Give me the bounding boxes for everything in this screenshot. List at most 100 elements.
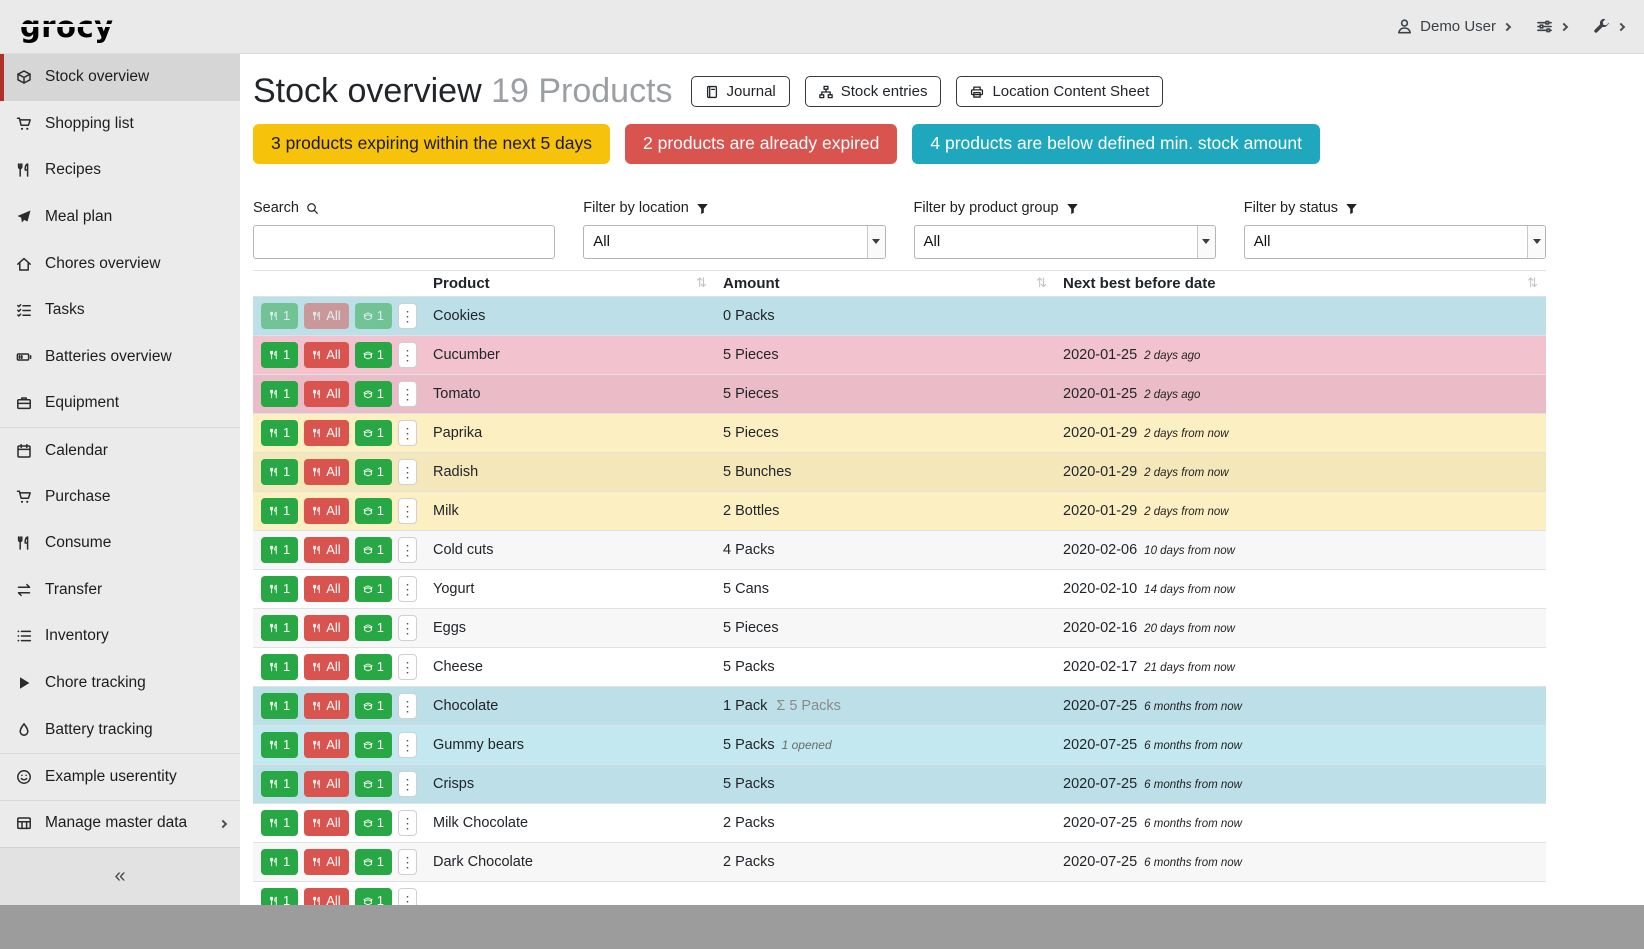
consume-one-button[interactable]: 1 bbox=[261, 459, 298, 485]
consume-all-button[interactable]: All bbox=[304, 771, 348, 797]
status-filter-select[interactable]: All bbox=[1244, 225, 1546, 259]
journal-button[interactable]: Journal bbox=[691, 76, 790, 107]
row-menu-button[interactable]: ⋮ bbox=[398, 381, 417, 407]
consume-one-button[interactable]: 1 bbox=[261, 342, 298, 368]
amount-column-header[interactable]: Amount⇅ bbox=[715, 270, 1055, 296]
open-one-button[interactable]: 1 bbox=[355, 576, 392, 602]
consume-all-button[interactable]: All bbox=[304, 654, 348, 680]
product-column-header[interactable]: Product⇅ bbox=[425, 270, 715, 296]
consume-one-button[interactable]: 1 bbox=[261, 849, 298, 875]
row-menu-button[interactable]: ⋮ bbox=[398, 303, 417, 329]
row-menu-button[interactable]: ⋮ bbox=[398, 810, 417, 836]
sidebar-collapse-button[interactable]: « bbox=[0, 847, 240, 905]
user-menu[interactable]: Demo User bbox=[1396, 18, 1510, 35]
consume-all-button[interactable]: All bbox=[304, 615, 348, 641]
open-one-button[interactable]: 1 bbox=[355, 342, 392, 368]
open-one-button[interactable]: 1 bbox=[355, 654, 392, 680]
consume-one-button[interactable]: 1 bbox=[261, 381, 298, 407]
open-one-button[interactable]: 1 bbox=[355, 420, 392, 446]
consume-one-button[interactable]: 1 bbox=[261, 732, 298, 758]
sidebar-item-tasks[interactable]: Tasks bbox=[0, 287, 240, 334]
row-menu-button[interactable]: ⋮ bbox=[398, 732, 417, 758]
row-menu-button[interactable]: ⋮ bbox=[398, 498, 417, 524]
row-menu-button[interactable]: ⋮ bbox=[398, 849, 417, 875]
stock-entries-button[interactable]: Stock entries bbox=[805, 76, 942, 107]
settings-menu[interactable] bbox=[1536, 18, 1567, 35]
app-logo[interactable]: grocy bbox=[20, 10, 114, 44]
sidebar-item-chores-overview[interactable]: Chores overview bbox=[0, 240, 240, 287]
consume-one-button[interactable]: 1 bbox=[261, 537, 298, 563]
sidebar-item-calendar[interactable]: Calendar bbox=[0, 427, 240, 474]
consume-one-button[interactable]: 1 bbox=[261, 303, 298, 329]
consume-one-button[interactable]: 1 bbox=[261, 615, 298, 641]
consume-all-button[interactable]: All bbox=[304, 576, 348, 602]
row-menu-button[interactable]: ⋮ bbox=[398, 420, 417, 446]
consume-one-button[interactable]: 1 bbox=[261, 576, 298, 602]
consume-all-button[interactable]: All bbox=[304, 381, 348, 407]
open-one-button[interactable]: 1 bbox=[355, 459, 392, 485]
consume-all-button[interactable]: All bbox=[304, 303, 348, 329]
open-one-button[interactable]: 1 bbox=[355, 498, 392, 524]
sidebar-item-transfer[interactable]: Transfer bbox=[0, 567, 240, 614]
sidebar-item-equipment[interactable]: Equipment bbox=[0, 380, 240, 427]
consume-one-button[interactable]: 1 bbox=[261, 888, 298, 905]
consume-all-button[interactable]: All bbox=[304, 810, 348, 836]
consume-one-button[interactable]: 1 bbox=[261, 693, 298, 719]
consume-all-button[interactable]: All bbox=[304, 459, 348, 485]
consume-one-button[interactable]: 1 bbox=[261, 654, 298, 680]
consume-one-button[interactable]: 1 bbox=[261, 810, 298, 836]
open-one-button[interactable]: 1 bbox=[355, 537, 392, 563]
location-filter-select[interactable]: All bbox=[583, 225, 885, 259]
sidebar-item-stock-overview[interactable]: Stock overview bbox=[0, 54, 240, 101]
sidebar-item-manage-master-data[interactable]: Manage master data bbox=[0, 800, 240, 847]
row-menu-button[interactable]: ⋮ bbox=[398, 576, 417, 602]
utensils-icon bbox=[269, 857, 279, 867]
sidebar-item-batteries-overview[interactable]: Batteries overview bbox=[0, 334, 240, 381]
row-menu-button[interactable]: ⋮ bbox=[398, 654, 417, 680]
row-menu-button[interactable]: ⋮ bbox=[398, 459, 417, 485]
sidebar-item-inventory[interactable]: Inventory bbox=[0, 613, 240, 660]
consume-one-button[interactable]: 1 bbox=[261, 771, 298, 797]
sidebar-item-recipes[interactable]: Recipes bbox=[0, 147, 240, 194]
admin-menu[interactable] bbox=[1593, 18, 1624, 35]
open-one-button[interactable]: 1 bbox=[355, 303, 392, 329]
consume-all-button[interactable]: All bbox=[304, 849, 348, 875]
sidebar-item-chore-tracking[interactable]: Chore tracking bbox=[0, 660, 240, 707]
sidebar-item-purchase[interactable]: Purchase bbox=[0, 473, 240, 520]
alert-warning-button[interactable]: 3 products expiring within the next 5 da… bbox=[253, 124, 610, 164]
alert-danger-button[interactable]: 2 products are already expired bbox=[625, 124, 897, 164]
consume-all-button[interactable]: All bbox=[304, 693, 348, 719]
consume-one-button[interactable]: 1 bbox=[261, 498, 298, 524]
open-one-button[interactable]: 1 bbox=[355, 810, 392, 836]
consume-all-button[interactable]: All bbox=[304, 420, 348, 446]
row-menu-button[interactable]: ⋮ bbox=[398, 342, 417, 368]
alert-info-button[interactable]: 4 products are below defined min. stock … bbox=[912, 124, 1320, 164]
sidebar-item-example-userentity[interactable]: Example userentity bbox=[0, 753, 240, 800]
row-menu-button[interactable]: ⋮ bbox=[398, 537, 417, 563]
open-one-button[interactable]: 1 bbox=[355, 888, 392, 905]
consume-one-button[interactable]: 1 bbox=[261, 420, 298, 446]
consume-all-button[interactable]: All bbox=[304, 498, 348, 524]
location-content-sheet-button[interactable]: Location Content Sheet bbox=[956, 76, 1163, 107]
open-one-button[interactable]: 1 bbox=[355, 849, 392, 875]
open-one-button[interactable]: 1 bbox=[355, 771, 392, 797]
sidebar-item-battery-tracking[interactable]: Battery tracking bbox=[0, 706, 240, 753]
open-one-button[interactable]: 1 bbox=[355, 615, 392, 641]
sidebar-item-consume[interactable]: Consume bbox=[0, 520, 240, 567]
row-menu-button[interactable]: ⋮ bbox=[398, 693, 417, 719]
consume-all-button[interactable]: All bbox=[304, 537, 348, 563]
sidebar-item-shopping-list[interactable]: Shopping list bbox=[0, 101, 240, 148]
consume-all-button[interactable]: All bbox=[304, 732, 348, 758]
search-input[interactable] bbox=[253, 225, 555, 259]
open-one-button[interactable]: 1 bbox=[355, 693, 392, 719]
open-one-button[interactable]: 1 bbox=[355, 381, 392, 407]
consume-all-button[interactable]: All bbox=[304, 888, 348, 905]
row-menu-button[interactable]: ⋮ bbox=[398, 771, 417, 797]
sidebar-item-meal-plan[interactable]: Meal plan bbox=[0, 194, 240, 241]
bbd-column-header[interactable]: Next best before date⇅ bbox=[1055, 270, 1546, 296]
open-one-button[interactable]: 1 bbox=[355, 732, 392, 758]
row-menu-button[interactable]: ⋮ bbox=[398, 888, 417, 905]
consume-all-button[interactable]: All bbox=[304, 342, 348, 368]
product-group-filter-select[interactable]: All bbox=[914, 225, 1216, 259]
row-menu-button[interactable]: ⋮ bbox=[398, 615, 417, 641]
